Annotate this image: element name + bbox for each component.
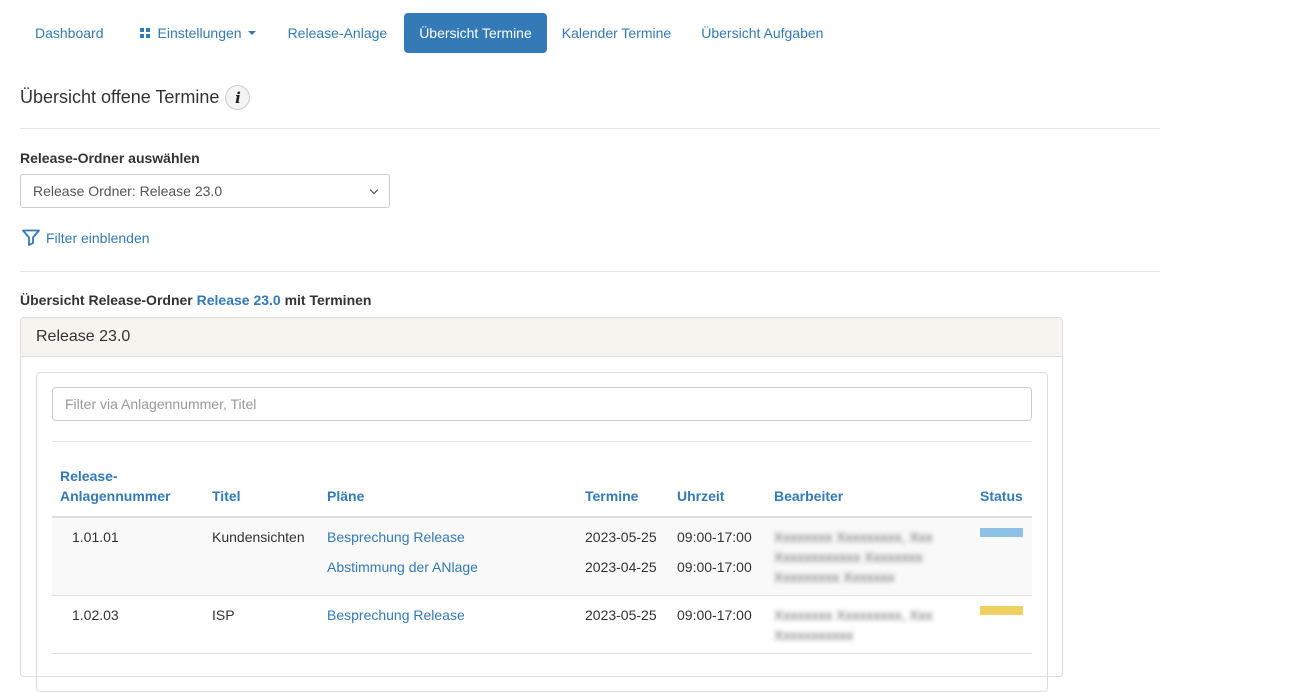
- nav-kalender-termine[interactable]: Kalender Termine: [547, 13, 686, 53]
- column-header-plaene[interactable]: Pläne: [319, 466, 577, 518]
- bearbeiter-line: Xxxxxxxx Xxxxxxxxx, Xxx: [774, 607, 933, 623]
- info-icon[interactable]: i: [225, 85, 251, 110]
- overview-heading-prefix: Übersicht Release-Ordner: [20, 292, 193, 308]
- bearbeiter-redacted: Xxxxxxxx Xxxxxxxxx, Xxx Xxxxxxxxxxx: [774, 605, 964, 645]
- appointments-table: Release- Anlagennummer Titel Pläne Termi…: [52, 466, 1032, 654]
- nav-uebersicht-aufgaben[interactable]: Übersicht Aufgaben: [686, 13, 838, 53]
- cell-bearbeiter: Xxxxxxxx Xxxxxxxxx, Xxx Xxxxxxxxxxxx Xxx…: [766, 517, 972, 596]
- filter-input[interactable]: [52, 387, 1032, 421]
- overview-heading-suffix: mit Terminen: [284, 292, 372, 308]
- bearbeiter-line: Xxxxxxxxxxxx Xxxxxxxx: [774, 549, 923, 565]
- divider: [52, 441, 1032, 442]
- table-header-row: Release- Anlagennummer Titel Pläne Termi…: [52, 466, 1032, 518]
- cell-status: [972, 595, 1032, 654]
- termin-time: 09:00-17:00: [677, 529, 752, 545]
- table-row: 1.02.03 ISP Besprechung Release 2023-05-…: [52, 595, 1032, 654]
- release-folder-select[interactable]: Release Ordner: Release 23.0: [20, 174, 390, 208]
- column-header-nummer-line1: Release-: [60, 468, 118, 484]
- cell-titel: Kundensichten: [204, 517, 319, 596]
- cell-plaene: Besprechung Release Abstimmung der ANlag…: [319, 517, 577, 596]
- page-title-text: Übersicht offene Termine: [20, 87, 220, 107]
- cell-plaene: Besprechung Release: [319, 595, 577, 654]
- cell-titel: ISP: [204, 595, 319, 654]
- column-header-uhrzeit[interactable]: Uhrzeit: [669, 466, 766, 518]
- grid-icon: [139, 28, 150, 38]
- bearbeiter-line: Xxxxxxxxx Xxxxxxx: [774, 569, 895, 585]
- nav-dashboard[interactable]: Dashboard: [20, 13, 119, 53]
- filter-toggle-label: Filter einblenden: [46, 229, 150, 246]
- plan-link[interactable]: Abstimmung der ANlage: [327, 559, 478, 575]
- nav-release-anlage[interactable]: Release-Anlage: [273, 13, 403, 53]
- cell-uhrzeit: 09:00-17:00 09:00-17:00: [669, 517, 766, 596]
- release-folder-label: Release-Ordner auswählen: [20, 150, 200, 166]
- divider: [20, 128, 1160, 129]
- panel-heading: Release 23.0: [21, 318, 1062, 357]
- cell-status: [972, 517, 1032, 596]
- column-header-status[interactable]: Status: [972, 466, 1032, 518]
- filter-toggle[interactable]: Filter einblenden: [22, 229, 150, 246]
- nav-einstellungen-dropdown[interactable]: Einstellungen: [125, 13, 271, 53]
- bearbeiter-line: Xxxxxxxxxxx: [774, 627, 854, 643]
- table-row: 1.01.01 Kundensichten Besprechung Releas…: [52, 517, 1032, 596]
- main-nav: Dashboard Einstellungen Release-Anlage Ü…: [20, 13, 838, 53]
- release-folder-select-value: Release Ordner: Release 23.0: [33, 183, 223, 199]
- column-header-nummer-line2: Anlagennummer: [60, 488, 171, 504]
- cell-termine: 2023-05-25 2023-04-25: [577, 517, 669, 596]
- chevron-down-icon: [369, 185, 379, 194]
- termin-date: 2023-05-25: [585, 607, 657, 623]
- release-link[interactable]: Release 23.0: [197, 292, 281, 308]
- plan-link[interactable]: Besprechung Release: [327, 529, 465, 545]
- termin-date: 2023-05-25: [585, 529, 657, 545]
- cell-nummer: 1.01.01: [52, 517, 204, 596]
- column-header-bearbeiter[interactable]: Bearbeiter: [766, 466, 972, 518]
- bearbeiter-line: Xxxxxxxx Xxxxxxxxx, Xxx: [774, 529, 933, 545]
- termin-time: 09:00-17:00: [677, 559, 752, 575]
- cell-nummer: 1.02.03: [52, 595, 204, 654]
- page-title: Übersicht offene Termine i: [20, 85, 251, 110]
- bearbeiter-redacted: Xxxxxxxx Xxxxxxxxx, Xxx Xxxxxxxxxxxx Xxx…: [774, 527, 964, 587]
- release-panel: Release 23.0 Release- Anlagennummer Tite…: [20, 317, 1063, 692]
- column-header-nummer[interactable]: Release- Anlagennummer: [52, 466, 204, 518]
- caret-down-icon: [247, 31, 256, 35]
- cell-bearbeiter: Xxxxxxxx Xxxxxxxxx, Xxx Xxxxxxxxxxx: [766, 595, 972, 654]
- nav-einstellungen-label: Einstellungen: [157, 25, 242, 41]
- termin-date: 2023-04-25: [585, 559, 657, 575]
- status-indicator: [980, 606, 1023, 615]
- appointments-box: Release- Anlagennummer Titel Pläne Termi…: [36, 372, 1048, 692]
- termin-time: 09:00-17:00: [677, 607, 752, 623]
- filter-icon: [22, 229, 40, 246]
- status-indicator: [980, 528, 1023, 537]
- divider: [20, 271, 1160, 272]
- column-header-termine[interactable]: Termine: [577, 466, 669, 518]
- cell-termine: 2023-05-25: [577, 595, 669, 654]
- plan-link[interactable]: Besprechung Release: [327, 607, 465, 623]
- cell-uhrzeit: 09:00-17:00: [669, 595, 766, 654]
- nav-uebersicht-termine[interactable]: Übersicht Termine: [404, 13, 547, 53]
- overview-heading: Übersicht Release-Ordner Release 23.0 mi…: [20, 292, 371, 308]
- column-header-titel[interactable]: Titel: [204, 466, 319, 518]
